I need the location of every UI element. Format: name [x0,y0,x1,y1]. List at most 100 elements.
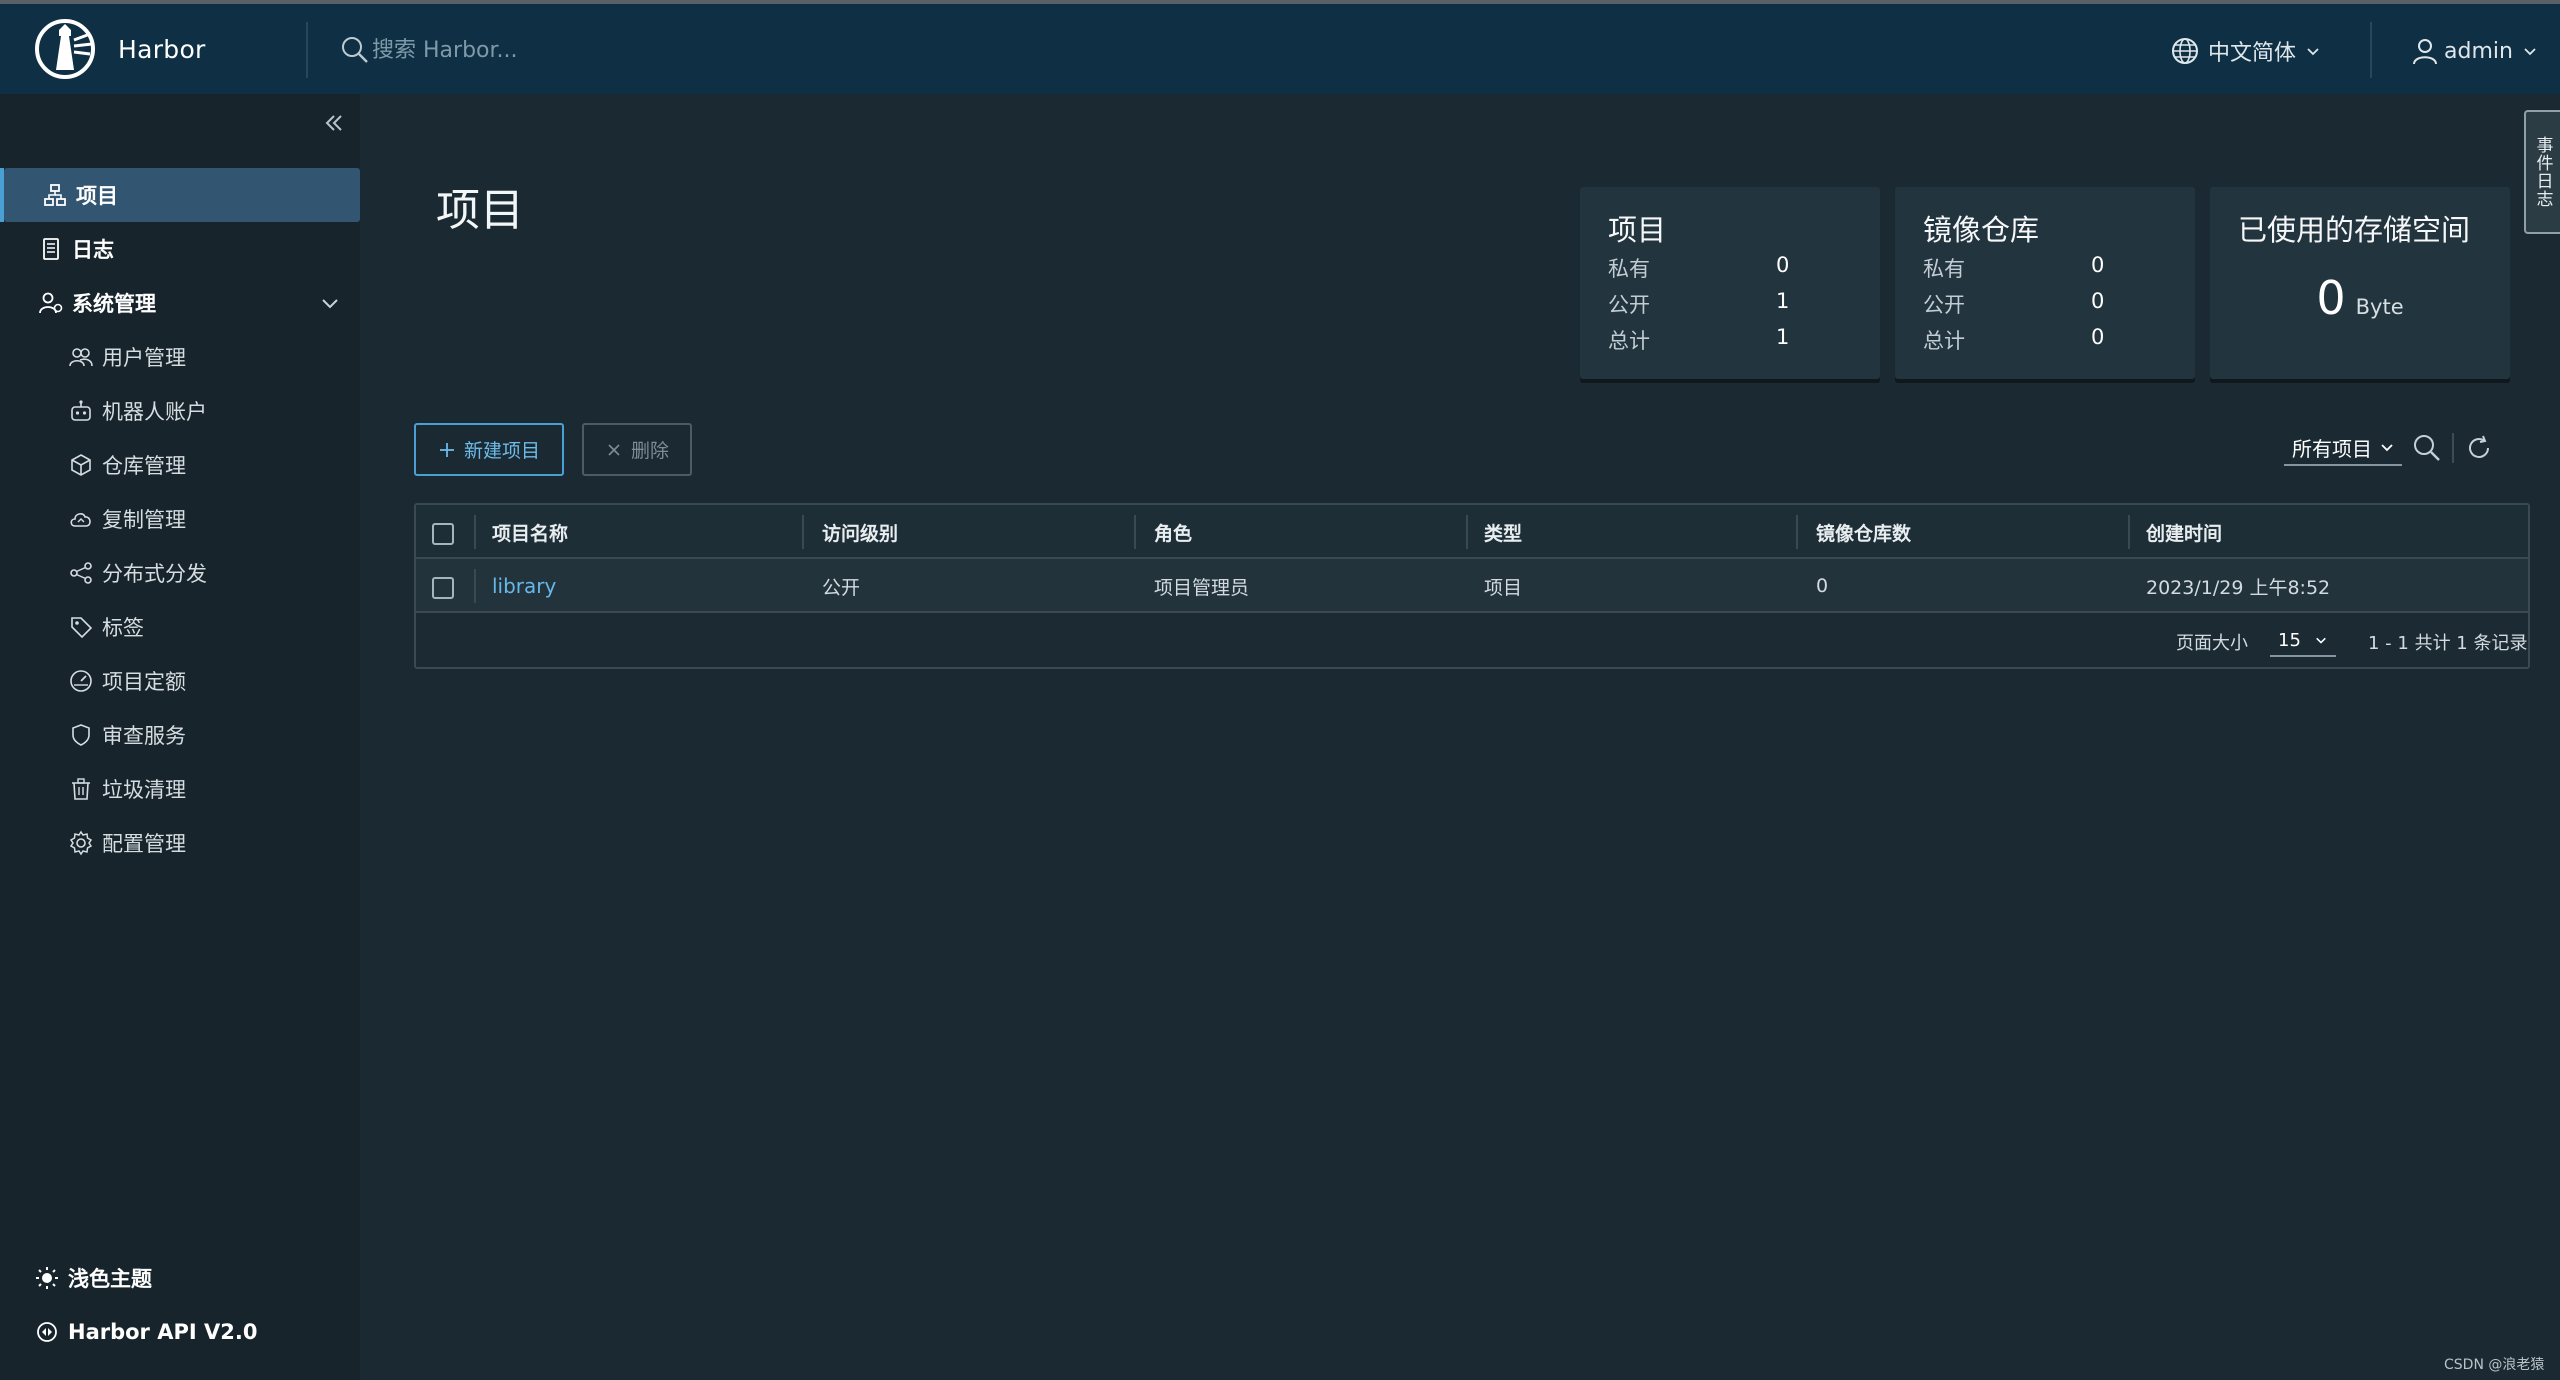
sidebar-item-robot-accounts[interactable]: 机器人账户 [0,384,360,438]
sidebar-item-interrogation-services[interactable]: 审查服务 [0,708,360,762]
table-header: 项目名称 访问级别 角色 类型 镜像仓库数 创建时间 [416,505,2528,559]
trash-icon [72,778,90,800]
header-divider [306,22,308,78]
gear-icon [69,830,93,856]
sidebar-item-label: 垃圾清理 [102,778,186,802]
button-label: 删除 [630,440,669,462]
column-header-creation-time[interactable]: 创建时间 [2146,505,2222,559]
chevron-down-icon [2316,637,2326,644]
refresh-icon[interactable] [2464,433,2494,463]
select-all-checkbox[interactable] [432,523,454,545]
column-header-access-level[interactable]: 访问级别 [822,505,898,559]
sidebar-item-users[interactable]: 用户管理 [0,330,360,384]
project-link[interactable]: library [492,574,556,598]
global-search[interactable] [340,32,972,68]
stat-value: 0 [2091,253,2105,277]
project-icon [44,184,66,206]
chevron-down-icon [2381,444,2393,452]
sidebar-item-label: 标签 [102,616,144,640]
sidebar-item-label: 项目 [76,184,118,208]
stat-row: 公开 0 [1923,289,2173,319]
search-icon[interactable] [2412,433,2442,463]
page-title: 项目 [436,185,524,236]
admin-icon [39,292,63,314]
sidebar-item-label: 仓库管理 [102,454,186,478]
search-input[interactable] [372,32,972,68]
brand[interactable]: Harbor [34,18,206,80]
cloud-sync-icon [70,513,91,527]
button-label: 新建项目 [463,440,540,462]
globe-icon [2172,38,2198,64]
storage-usage: 0 Byte [2210,271,2510,325]
watermark: CSDN @浪老猿 [2444,1357,2545,1373]
sidebar-item-label: 配置管理 [102,832,186,856]
project-filter-toolbar: 所有项目 [2284,430,2494,466]
stat-label: 公开 [1923,293,1965,317]
chevron-down-icon [2307,48,2319,56]
sidebar-item-projects[interactable]: 项目 [0,168,360,222]
project-name-cell: library [492,559,556,613]
username: admin [2444,38,2513,64]
sidebar-item-label: 复制管理 [102,508,186,532]
user-menu[interactable]: admin [2410,34,2537,68]
stat-value: 1 [1776,289,1790,313]
stat-value: 0 [2091,325,2105,349]
stat-title: 已使用的存储空间 [2238,213,2471,247]
chevron-down-icon [322,299,338,309]
column-divider [802,515,804,549]
share-icon [70,562,92,584]
filter-value: 所有项目 [2292,436,2372,461]
sidebar-item-labels[interactable]: 标签 [0,600,360,654]
stat-value: 0 [2091,289,2105,313]
storage-unit: Byte [2355,295,2404,319]
sidebar-item-label: 项目定额 [102,670,186,694]
column-divider [474,569,476,603]
row-checkbox[interactable] [432,577,454,599]
user-icon [2413,39,2437,65]
sidebar-item-distributions[interactable]: 分布式分发 [0,546,360,600]
storage-value: 0 [2316,271,2346,325]
type-cell: 项目 [1484,576,1523,599]
column-header-type[interactable]: 类型 [1484,505,1522,559]
stat-row: 公开 1 [1608,289,1858,319]
column-header-name[interactable]: 项目名称 [492,505,568,559]
sidebar-item-configuration[interactable]: 配置管理 [0,816,360,870]
app-name: Harbor [118,34,206,64]
page-size-select[interactable]: 15 [2270,625,2336,657]
page-size-value: 15 [2278,629,2301,651]
harbor-logo-icon [35,19,95,79]
api-explorer-link[interactable]: Harbor API V2.0 [0,1305,360,1359]
sidebar-item-label: 日志 [72,238,114,262]
column-header-repo-count[interactable]: 镜像仓库数 [1816,505,1911,559]
collapse-sidebar-icon[interactable] [318,108,348,138]
stat-value: 1 [1776,325,1790,349]
column-header-role[interactable]: 角色 [1154,505,1192,559]
top-header: Harbor 中文简体 admin [0,4,2560,94]
event-log-tab[interactable]: 事件日志 [2524,110,2560,234]
sidebar-item-logs[interactable]: 日志 [0,222,360,276]
theme-toggle[interactable]: 浅色主题 [0,1251,360,1305]
column-divider [1466,515,1468,549]
delete-button[interactable]: 删除 [582,423,692,476]
stat-row: 私有 0 [1923,253,2173,283]
sun-icon [36,1267,58,1289]
sidebar-item-administration[interactable]: 系统管理 [0,276,360,330]
language-selector[interactable]: 中文简体 [2170,34,2320,68]
new-project-button[interactable]: 新建项目 [414,423,564,476]
sidebar-item-label: 用户管理 [102,346,186,370]
sidebar-item-project-quotas[interactable]: 项目定额 [0,654,360,708]
role-cell: 项目管理员 [1154,576,1250,599]
sidebar-item-label: 系统管理 [72,292,156,316]
projects-table: 项目名称 访问级别 角色 类型 镜像仓库数 创建时间 library 公开 项目… [414,503,2530,669]
sidebar-item-replications[interactable]: 复制管理 [0,492,360,546]
projects-stat-card: 项目 私有 0 公开 1 总计 1 [1580,187,1880,379]
table-row[interactable]: library 公开 项目管理员 项目 0 2023/1/29 上午8:52 [416,559,2528,613]
sidebar-item-registries[interactable]: 仓库管理 [0,438,360,492]
users-icon [69,348,93,367]
project-filter-select[interactable]: 所有项目 [2284,430,2402,466]
robot-icon [71,400,91,421]
dashboard-icon [70,670,92,692]
tag-icon [71,617,93,639]
stat-value: 0 [1776,253,1790,277]
sidebar-item-garbage-collection[interactable]: 垃圾清理 [0,762,360,816]
